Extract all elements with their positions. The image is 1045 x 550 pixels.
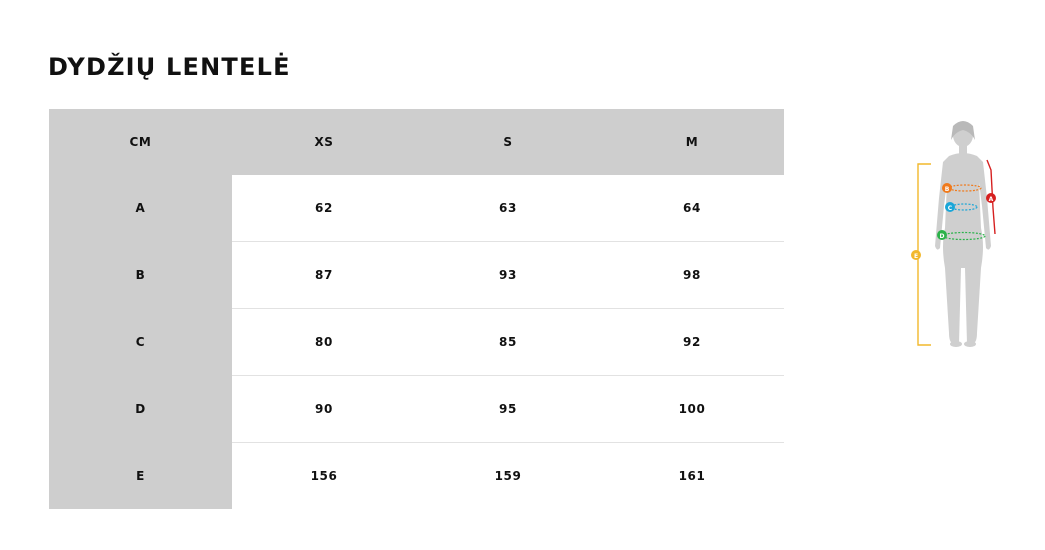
- marker-c-label: C: [948, 205, 953, 212]
- table-cell: 62: [232, 175, 416, 242]
- table-cell: 93: [416, 241, 600, 309]
- table-row: D 90 95 100: [49, 375, 784, 443]
- table-cell: 87: [232, 241, 416, 309]
- row-label-a: A: [49, 175, 232, 242]
- body-measurement-figure: A B C D E: [905, 118, 1015, 353]
- row-label-c: C: [49, 308, 232, 376]
- marker-e-label: E: [914, 253, 918, 260]
- row-label-e: E: [49, 442, 232, 509]
- table-cell: 85: [416, 308, 600, 376]
- table-cell: 100: [600, 375, 784, 443]
- table-cell: 80: [232, 308, 416, 376]
- row-label-b: B: [49, 241, 232, 309]
- marker-d-label: D: [940, 233, 945, 240]
- table-cell: 92: [600, 308, 784, 376]
- marker-b-label: B: [945, 186, 950, 193]
- header-cell-xs: XS: [232, 109, 416, 175]
- table-cell: 98: [600, 241, 784, 309]
- table-row: B 87 93 98: [49, 241, 784, 309]
- marker-a-label: A: [989, 196, 994, 203]
- header-cell-s: S: [416, 109, 600, 175]
- table-cell: 159: [416, 442, 600, 509]
- table-cell: 156: [232, 442, 416, 509]
- table-cell: 63: [416, 175, 600, 242]
- header-cell-m: M: [600, 109, 784, 175]
- row-label-d: D: [49, 375, 232, 443]
- table-row: C 80 85 92: [49, 308, 784, 376]
- table-row: E 156 159 161: [49, 442, 784, 509]
- size-table: CM XS S M A 62 63 64 B 87 93 98 C 80 85 …: [49, 109, 784, 509]
- table-row: A 62 63 64: [49, 175, 784, 242]
- table-cell: 64: [600, 175, 784, 242]
- table-cell: 95: [416, 375, 600, 443]
- female-body-icon: A B C D E: [911, 121, 996, 347]
- table-cell: 90: [232, 375, 416, 443]
- header-cell-unit: CM: [49, 109, 232, 175]
- table-header-row: CM XS S M: [49, 109, 784, 175]
- table-cell: 161: [600, 442, 784, 509]
- page-title: DYDŽIŲ LENTELĖ: [48, 53, 291, 81]
